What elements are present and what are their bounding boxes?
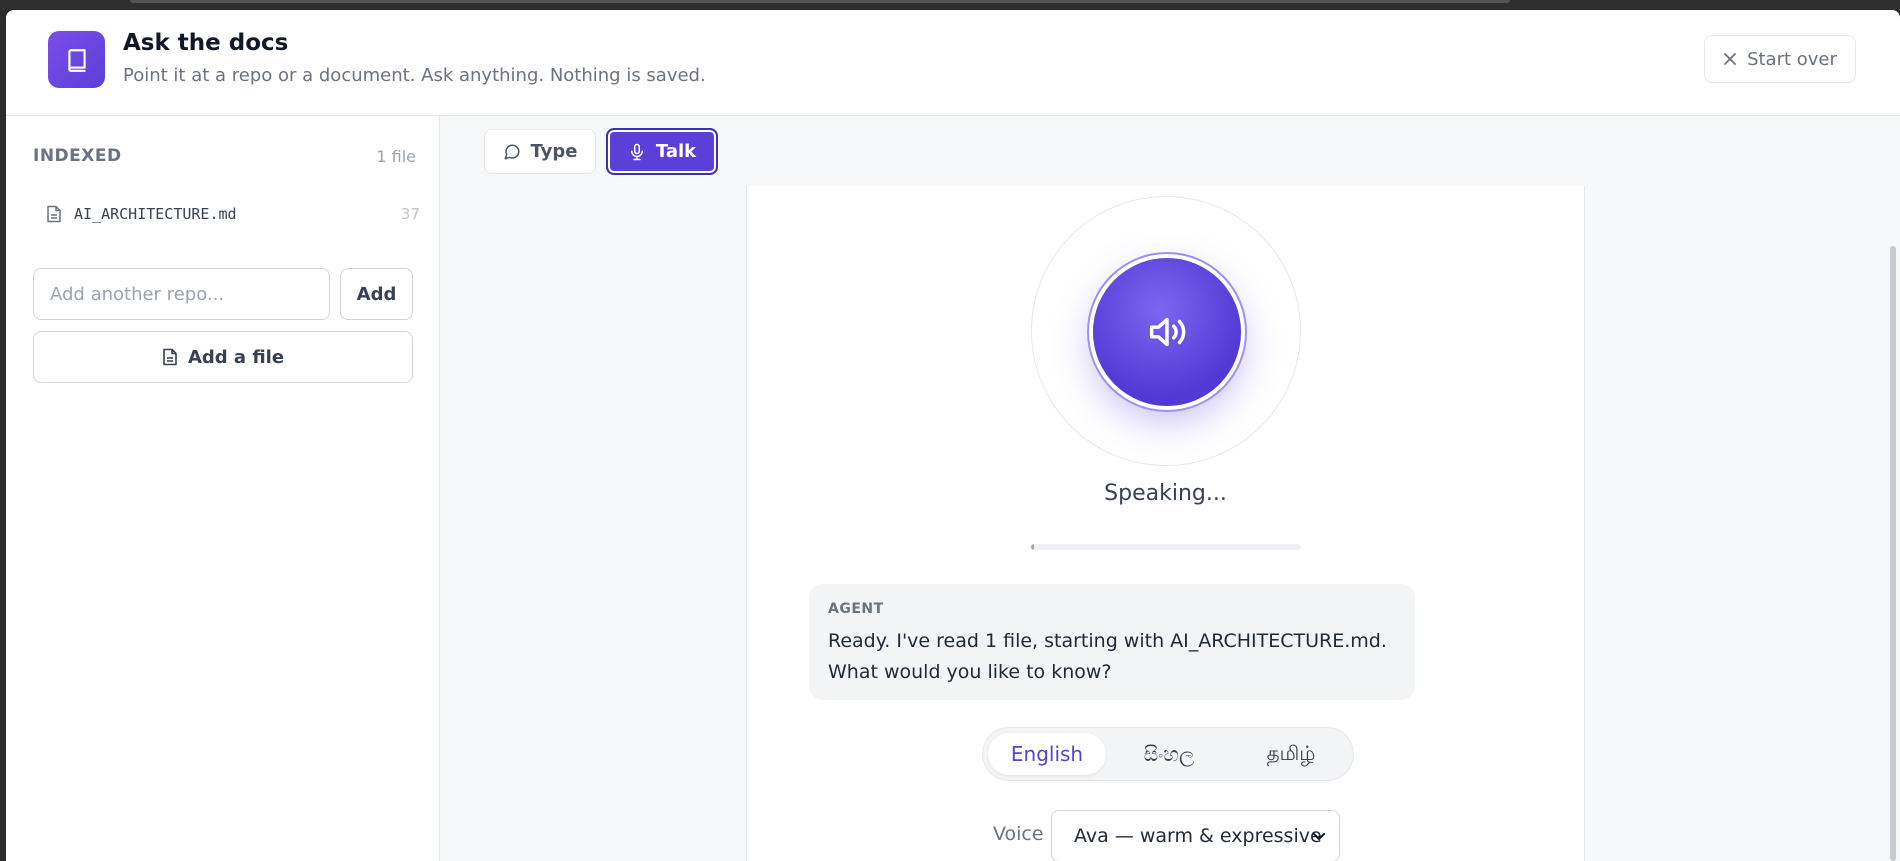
language-selector: English සිංහල தமிழ்	[982, 727, 1354, 781]
page-title: Ask the docs	[123, 30, 289, 56]
file-text-icon	[47, 205, 61, 223]
add-repo-button[interactable]: Add	[340, 268, 413, 320]
indexed-file-name: AI_ARCHITECTURE.md	[74, 205, 237, 223]
tab-talk-label: Talk	[655, 141, 697, 162]
message-text: Ready. I've read 1 file, starting with A…	[828, 630, 1387, 683]
tab-talk[interactable]: Talk	[606, 128, 718, 175]
voice-select-value: Ava — warm & expressive	[1074, 825, 1322, 847]
message-role-label: AGENT	[828, 601, 884, 617]
main-area: Type Talk Speaking... AGENT Ready. I've …	[440, 116, 1900, 861]
voice-select[interactable]: Ava — warm & expressive	[1051, 810, 1340, 861]
indexed-file-chunk-count: 37	[400, 205, 420, 223]
app-window: Ask the docs Point it at a repo or a doc…	[6, 10, 1900, 861]
chat-bubble-icon	[504, 144, 520, 159]
app-header: Ask the docs Point it at a repo or a doc…	[6, 10, 1900, 116]
indexed-file-count: 1 file	[376, 147, 416, 166]
speaker-icon	[1149, 317, 1186, 347]
window-top-strip	[0, 0, 1900, 10]
voice-status: Speaking...	[1104, 481, 1227, 506]
microphone-icon	[630, 143, 643, 160]
indexed-heading: INDEXED	[33, 146, 122, 166]
language-option-tamil[interactable]: தமிழ்	[1232, 733, 1350, 775]
speech-progress-fill	[1031, 544, 1034, 550]
voice-label: Voice	[993, 823, 1044, 845]
scrollbar-thumb[interactable]	[1890, 246, 1896, 861]
talk-panel: Speaking... AGENT Ready. I've read 1 fil…	[746, 186, 1585, 861]
start-over-label: Start over	[1747, 48, 1837, 70]
agent-message: AGENT Ready. I've read 1 file, starting …	[809, 584, 1415, 700]
start-over-button[interactable]: Start over	[1704, 35, 1856, 83]
tab-type-label: Type	[530, 141, 578, 162]
page-subtitle: Point it at a repo or a document. Ask an…	[123, 65, 706, 86]
sidebar: INDEXED 1 file AI_ARCHITECTURE.md 37 Add…	[6, 116, 440, 861]
main-scrollbar[interactable]	[1886, 116, 1900, 861]
voice-orb-button[interactable]	[1093, 258, 1241, 406]
chevron-down-icon	[1313, 833, 1325, 840]
language-option-english[interactable]: English	[988, 733, 1106, 775]
file-text-icon	[163, 348, 177, 366]
add-file-label: Add a file	[187, 346, 285, 368]
close-icon	[1724, 53, 1736, 65]
add-file-button[interactable]: Add a file	[33, 331, 413, 383]
speech-progress-bar	[1031, 544, 1301, 550]
voice-orb-ring	[1031, 196, 1301, 466]
indexed-file-item[interactable]: AI_ARCHITECTURE.md 37	[46, 200, 420, 228]
language-option-sinhala[interactable]: සිංහල	[1110, 733, 1228, 775]
address-bar-edge	[130, 0, 1510, 3]
book-icon	[48, 31, 105, 88]
add-repo-input[interactable]	[33, 268, 330, 320]
tab-type[interactable]: Type	[484, 129, 596, 174]
